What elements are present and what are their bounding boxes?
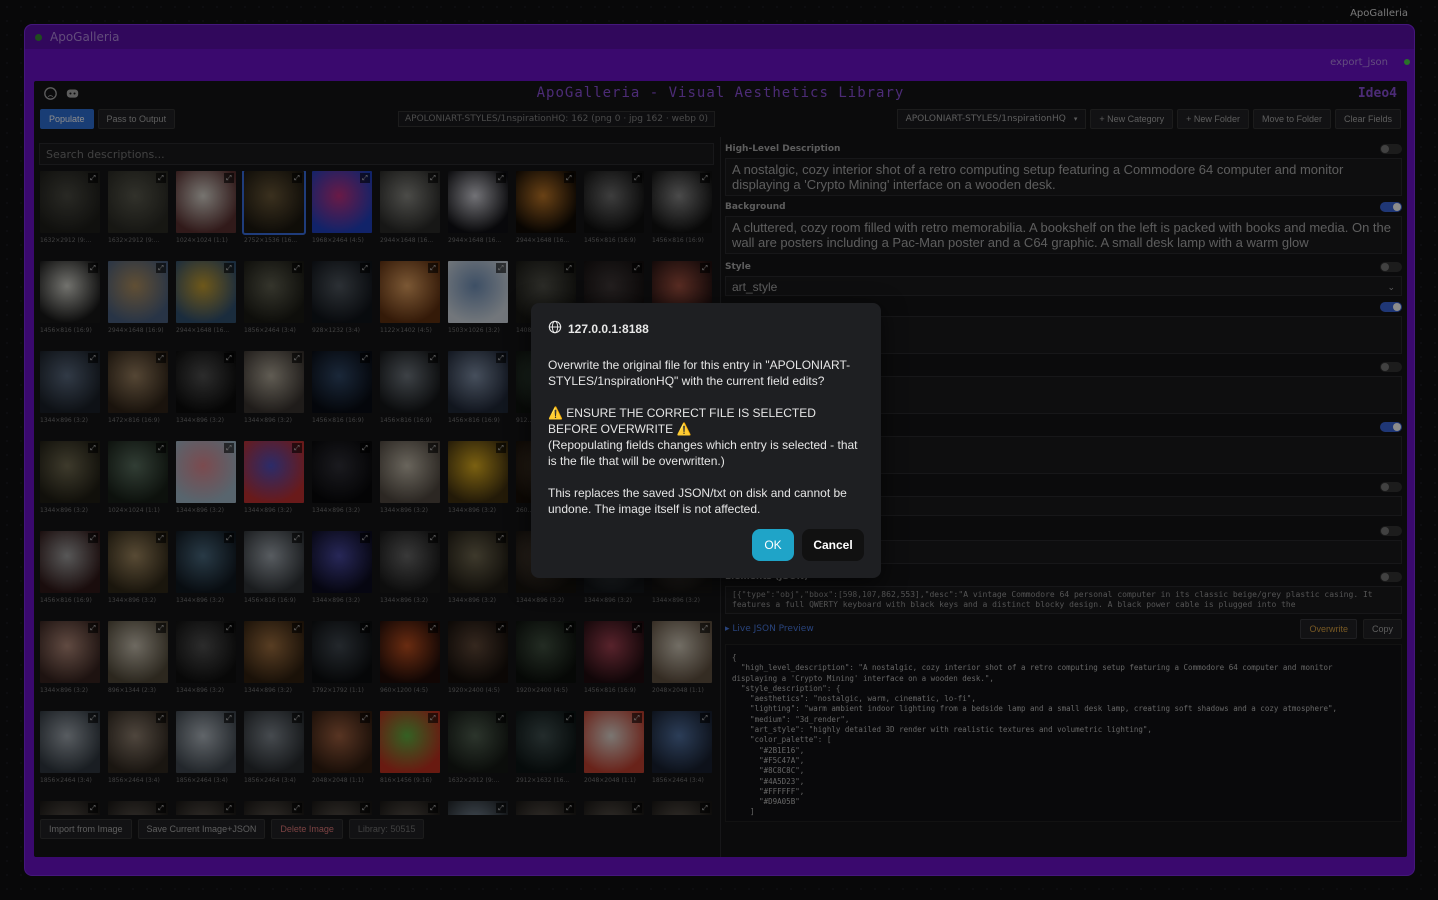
dialog-actions: OK Cancel	[752, 529, 864, 561]
dialog-message: Overwrite the original file for this ent…	[548, 358, 851, 388]
globe-icon	[548, 320, 562, 337]
dialog-disclaimer: This replaces the saved JSON/txt on disk…	[548, 486, 847, 516]
confirm-dialog: 127.0.0.1:8188 Overwrite the original fi…	[531, 303, 881, 578]
dialog-warning-note: (Repopulating fields changes which entry…	[548, 438, 858, 468]
dialog-body: Overwrite the original file for this ent…	[548, 357, 864, 517]
cancel-button[interactable]: Cancel	[802, 529, 864, 561]
dialog-header: 127.0.0.1:8188	[548, 320, 864, 337]
dialog-host: 127.0.0.1:8188	[568, 321, 649, 336]
dialog-warning: ⚠️ ENSURE THE CORRECT FILE IS SELECTED B…	[548, 406, 816, 436]
ok-button[interactable]: OK	[752, 529, 794, 561]
